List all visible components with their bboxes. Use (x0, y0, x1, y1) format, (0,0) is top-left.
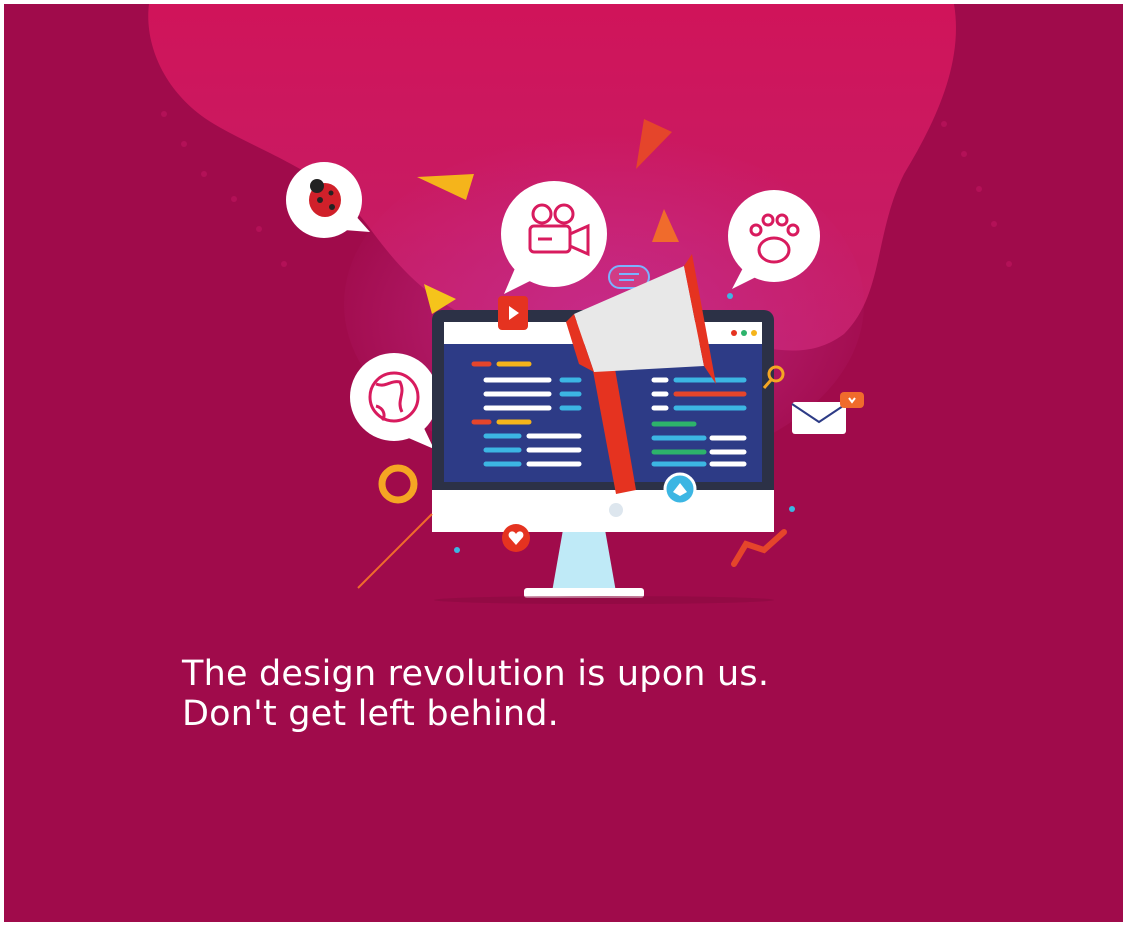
dot (789, 506, 795, 512)
dot (454, 547, 460, 553)
globe-icon (350, 353, 438, 449)
shadow (434, 596, 774, 604)
thin-line (357, 513, 433, 589)
promo-banner: The design revolution is upon us. Don't … (4, 4, 1123, 922)
like-icon (663, 472, 697, 506)
dot (727, 293, 733, 299)
illustration (148, 4, 1012, 604)
zigzag-shape (731, 529, 787, 567)
headline-line-2: Don't get left behind. (182, 694, 560, 734)
headline-line-1: The design revolution is upon us. (182, 654, 770, 694)
ring-icon (378, 464, 418, 504)
heart-icon (502, 524, 530, 552)
headline: The design revolution is upon us. Don't … (182, 654, 769, 734)
